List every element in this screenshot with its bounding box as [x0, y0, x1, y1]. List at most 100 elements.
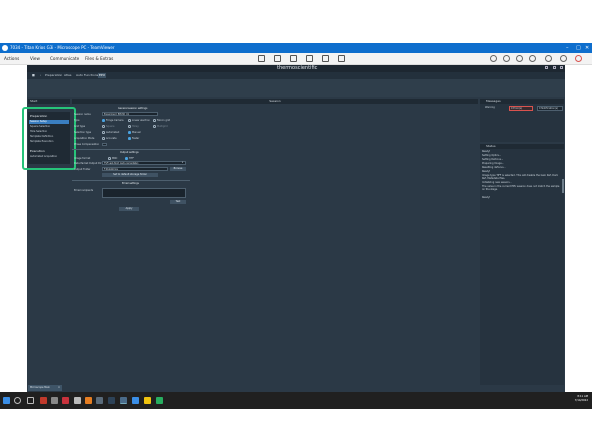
close-session-icon[interactable]: [560, 55, 567, 62]
chevron-down-icon[interactable]: ▾: [182, 161, 183, 164]
type-option-1: Fringe Camera: [106, 119, 124, 122]
video-icon[interactable]: [503, 55, 510, 62]
default-folder-button[interactable]: Set to default storage folder: [102, 173, 158, 177]
minimize-icon[interactable]: –: [566, 43, 569, 53]
menu-communicate[interactable]: Communicate: [50, 56, 79, 61]
clock-date: 7/14/2022: [574, 399, 588, 402]
windows-start-icon[interactable]: [3, 397, 10, 404]
grid-radio-1[interactable]: [102, 125, 105, 128]
format-option-tiff: TIFF: [129, 157, 134, 160]
apply-button[interactable]: Apply: [119, 207, 139, 211]
menu-view[interactable]: View: [30, 56, 40, 61]
output-dir-select[interactable]: TSF Last-Shot (auto-remediate): [102, 161, 186, 165]
email-recipients-label: Email recipients: [74, 189, 94, 192]
mode-radio-accurate[interactable]: [102, 137, 105, 140]
selection-radio-manual[interactable]: [128, 131, 131, 134]
screenshot-icon[interactable]: [322, 55, 329, 62]
type-option-2: Linear electron: [132, 119, 150, 122]
app-icon-1[interactable]: [40, 397, 47, 404]
output-dir-label: Data Packet Output Dir: [74, 162, 102, 165]
mode-radio-faster[interactable]: [128, 137, 131, 140]
output-folder-label: Output Folder: [74, 168, 91, 171]
chevron-up-icon[interactable]: [545, 55, 552, 62]
folder-icon[interactable]: [144, 397, 151, 404]
divider: [72, 180, 190, 181]
close-icon[interactable]: ✕: [585, 43, 589, 53]
fit-window-icon[interactable]: [258, 55, 265, 62]
app-minimize-icon[interactable]: [545, 66, 548, 69]
app-close-icon[interactable]: [560, 66, 563, 69]
tab-auto-functions[interactable]: Auto Functions: [75, 73, 99, 78]
home-icon[interactable]: ■: [31, 73, 36, 78]
type-radio-1[interactable]: [102, 119, 105, 122]
menu-files-extras[interactable]: Files & Extras: [85, 56, 113, 61]
status-line: Ready!: [482, 170, 491, 173]
email-settings-title: Email settings: [122, 182, 139, 185]
session-name-input[interactable]: Experiment_EPU3D_01: [102, 112, 158, 116]
app-maximize-icon[interactable]: [553, 66, 556, 69]
teamviewer-toolbar: Actions View Communicate Files & Extras: [0, 53, 592, 65]
grid-option-3: Multigrid: [157, 125, 168, 128]
email-recipients-input[interactable]: [102, 188, 186, 198]
comment-icon[interactable]: [490, 55, 497, 62]
status-line: Setting Defocus...: [482, 158, 504, 161]
app-icon-7[interactable]: [108, 397, 115, 404]
app-icon-2[interactable]: [51, 397, 58, 404]
tab-preparation[interactable]: Preparation: [44, 73, 63, 78]
type-radio-2[interactable]: [128, 119, 131, 122]
app-icon-9[interactable]: [132, 397, 139, 404]
browse-button[interactable]: Browse: [170, 167, 186, 171]
app-icon-3[interactable]: [62, 397, 69, 404]
search-icon[interactable]: [14, 397, 21, 404]
status-line: Image type TIFF is selected. This will d…: [482, 174, 558, 180]
app-top-bar: thermoscientific: [27, 65, 565, 72]
window-title: 7034 - Titan Krios G3i - Microscope PC -…: [10, 45, 115, 50]
windows-taskbar: 8:11 AM 7/14/2022: [0, 392, 592, 409]
session-settings-panel: General session settings Session name Ex…: [72, 105, 190, 215]
app-icon-6[interactable]: [96, 397, 103, 404]
switch-sides-icon[interactable]: [529, 55, 536, 62]
notification-badge[interactable]: 0 Notification(s): [537, 106, 563, 111]
chat-icon[interactable]: [306, 55, 313, 62]
file-transfer-icon[interactable]: [338, 55, 345, 62]
fullscreen-icon[interactable]: [516, 55, 523, 62]
stop-icon[interactable]: [575, 55, 582, 62]
grid-option-2: Holey: [132, 125, 139, 128]
app-icon-4[interactable]: [74, 397, 81, 404]
grid-radio-2[interactable]: [128, 125, 131, 128]
session-tab[interactable]: Microscope Main ×: [28, 385, 62, 391]
type-option-3: Falcon grid: [157, 119, 171, 122]
back-icon[interactable]: ‹: [39, 73, 42, 78]
status-scrollbar[interactable]: [562, 179, 564, 193]
app-icon-11[interactable]: [156, 397, 163, 404]
taskbar-clock[interactable]: 8:11 AM 7/14/2022: [575, 395, 588, 403]
tab-atlas[interactable]: Atlas: [63, 73, 72, 78]
selection-radio-automated[interactable]: [102, 131, 105, 134]
grid-option-1: Square: [106, 125, 115, 128]
quality-icon[interactable]: [274, 55, 281, 62]
monitor-icon[interactable]: [290, 55, 297, 62]
tab-epu[interactable]: EPU: [98, 73, 106, 78]
format-radio-tiff[interactable]: [125, 157, 128, 160]
teamviewer-title-bar: 7034 - Titan Krios G3i - Microscope PC -…: [0, 43, 592, 53]
type-radio-3[interactable]: [153, 119, 156, 122]
maximize-icon[interactable]: □: [576, 43, 581, 53]
error-badge[interactable]: 0 Error(s): [509, 106, 533, 111]
highlight-box: [22, 107, 76, 170]
format-radio-mrc[interactable]: [108, 157, 111, 160]
task-view-icon[interactable]: [27, 397, 34, 404]
close-icon[interactable]: ×: [58, 385, 60, 391]
menu-actions[interactable]: Actions: [4, 56, 19, 61]
status-line: Preparing Image...: [482, 162, 504, 165]
grid-radio-3[interactable]: [153, 125, 156, 128]
messages-filter[interactable]: Warning: [485, 106, 495, 109]
selection-option-automated: Automated: [106, 131, 120, 134]
mode-option-accurate: Accurate: [106, 137, 117, 140]
selection-option-manual: Manual: [132, 131, 141, 134]
email-test-button[interactable]: Test: [170, 200, 186, 204]
selection-type-label: Selection type: [74, 131, 92, 134]
phase-compensation-toggle[interactable]: [102, 143, 107, 146]
output-folder-input[interactable]: F:\Data\Krios: [102, 167, 168, 171]
teamviewer-taskbar-icon[interactable]: [120, 397, 127, 404]
app-icon-5[interactable]: [85, 397, 92, 404]
